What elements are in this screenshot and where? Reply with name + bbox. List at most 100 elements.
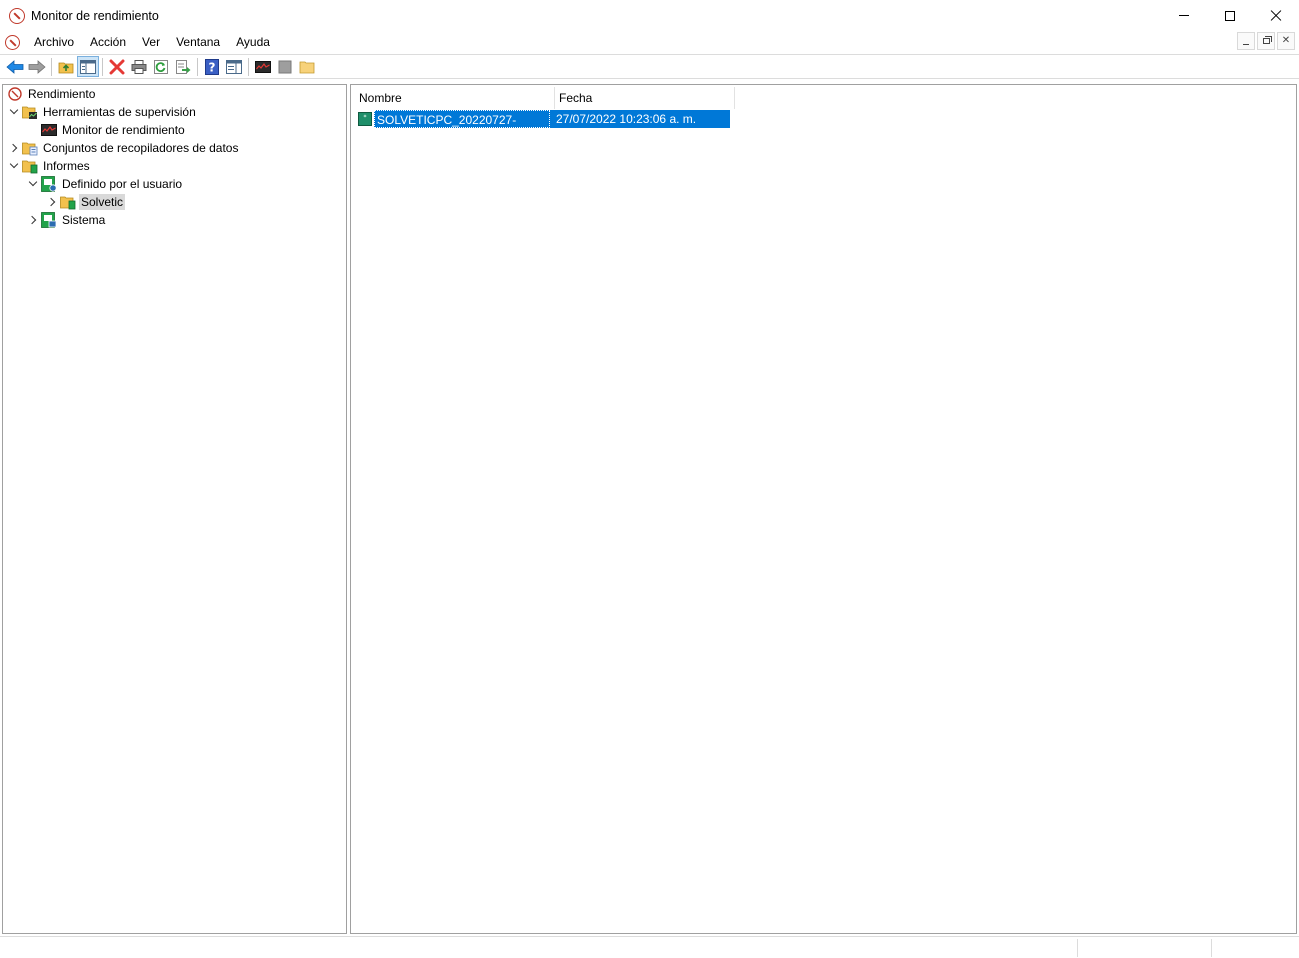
system-reports-icon (41, 212, 57, 228)
stop-button[interactable] (274, 56, 296, 77)
mdi-close-button[interactable]: ✕ (1277, 32, 1295, 50)
forward-arrow-icon (28, 59, 46, 74)
tree-node-solvetic[interactable]: Solvetic (46, 193, 126, 211)
toolbar-separator (197, 57, 198, 76)
tree-node-informes[interactable]: Informes (9, 157, 92, 175)
properties-icon (226, 59, 242, 74)
column-header-fecha[interactable]: Fecha (555, 87, 735, 109)
new-folder-icon (299, 61, 315, 73)
tree-label: Definido por el usuario (62, 177, 183, 191)
menu-ventana[interactable]: Ventana (168, 31, 228, 53)
menu-archivo[interactable]: Archivo (26, 31, 82, 53)
export-list-button[interactable] (172, 56, 194, 77)
tree-label: Herramientas de supervisión (43, 105, 196, 119)
svg-text:*: * (364, 114, 367, 121)
mdi-minimize-button[interactable] (1237, 32, 1255, 50)
performance-graph-icon (41, 122, 57, 138)
toolbar: ? (0, 54, 1299, 79)
table-row[interactable]: * SOLVETICPC_20220727-000001 27/07/2022 … (355, 110, 730, 145)
minimize-button[interactable] (1161, 0, 1207, 31)
system-menu-icon[interactable] (5, 34, 20, 50)
delete-button[interactable] (106, 56, 128, 77)
forward-button[interactable] (26, 56, 48, 77)
maximize-button[interactable] (1207, 0, 1253, 31)
mdi-controls: ✕ (1237, 32, 1295, 50)
delete-icon (109, 59, 125, 74)
help-button[interactable]: ? (201, 56, 223, 77)
status-panel (1211, 939, 1299, 957)
list-header: Nombre Fecha (355, 87, 735, 109)
chevron-down-icon[interactable] (9, 103, 19, 121)
user-defined-reports-icon (41, 176, 57, 192)
console-tree-pane[interactable]: Rendimiento Herramientas de supervisión … (2, 84, 347, 934)
print-icon (131, 59, 147, 74)
data-collector-sets-icon (22, 140, 38, 156)
report-file-icon: * (358, 112, 372, 126)
minimize-icon (1179, 15, 1189, 16)
new-folder-button[interactable] (296, 56, 318, 77)
close-button[interactable] (1253, 0, 1299, 31)
up-one-level-button[interactable] (55, 56, 77, 77)
row-date-cell: 27/07/2022 10:23:06 a. m. (550, 110, 730, 128)
chevron-down-icon[interactable] (9, 157, 19, 175)
menu-ayuda[interactable]: Ayuda (228, 31, 278, 53)
tree-label: Monitor de rendimiento (62, 123, 185, 137)
stop-icon (278, 60, 292, 73)
mdi-restore-button[interactable] (1257, 32, 1275, 50)
performance-monitor-app-icon[interactable] (9, 7, 25, 24)
tree-node-rendimiento[interactable]: Rendimiento (7, 85, 97, 103)
window-title: Monitor de rendimiento (31, 8, 159, 23)
chevron-right-icon[interactable] (46, 193, 57, 211)
tree-node-conjuntos-recopiladores[interactable]: Conjuntos de recopiladores de datos (8, 139, 240, 157)
chevron-right-icon[interactable] (27, 211, 38, 229)
solvetic-report-folder-icon (60, 194, 76, 210)
tree-node-sistema[interactable]: Sistema (27, 211, 107, 229)
svg-text:?: ? (209, 60, 216, 74)
refresh-button[interactable] (150, 56, 172, 77)
menu-bar: Archivo Acción Ver Ventana Ayuda ✕ (0, 31, 1299, 53)
menu-accion[interactable]: Acción (82, 31, 134, 53)
performance-icon (7, 86, 23, 102)
window-controls (1161, 0, 1299, 31)
print-button[interactable] (128, 56, 150, 77)
menu-ver[interactable]: Ver (134, 31, 168, 53)
export-list-icon (176, 59, 191, 74)
tree-node-monitor-rendimiento[interactable]: Monitor de rendimiento (28, 121, 187, 139)
minimize-icon (1243, 43, 1249, 45)
toolbar-separator (102, 57, 103, 76)
restore-icon (1262, 36, 1272, 44)
show-hide-console-tree-button[interactable] (77, 56, 99, 77)
performance-graph-icon (255, 60, 271, 73)
tree-node-definido-usuario[interactable]: Definido por el usuario (28, 175, 184, 193)
maximize-icon (1225, 10, 1235, 21)
tree-label: Conjuntos de recopiladores de datos (43, 141, 239, 155)
properties-button[interactable] (223, 56, 245, 77)
close-icon (1270, 10, 1282, 22)
tree-node-herramientas-supervision[interactable]: Herramientas de supervisión (9, 103, 198, 121)
title-bar: Monitor de rendimiento (0, 0, 1299, 31)
up-folder-icon (58, 62, 74, 73)
status-panel (1077, 939, 1211, 957)
close-icon: ✕ (1281, 35, 1291, 46)
tree-label: Rendimiento (28, 87, 96, 101)
back-button[interactable] (4, 56, 26, 77)
help-icon: ? (205, 58, 219, 75)
chevron-down-icon[interactable] (28, 175, 38, 193)
back-arrow-icon (6, 59, 24, 74)
tree-label: Sistema (62, 213, 106, 227)
refresh-icon (154, 59, 168, 74)
monitoring-tools-folder-icon (22, 104, 38, 120)
status-bar (0, 936, 1299, 958)
toolbar-separator (51, 57, 52, 76)
toolbar-separator (248, 57, 249, 76)
tree-label: Informes (43, 159, 90, 173)
column-header-nombre[interactable]: Nombre (355, 87, 555, 109)
reports-folder-icon (22, 158, 38, 174)
row-name-cell: SOLVETICPC_20220727-000001 (374, 110, 550, 145)
performance-graph-button[interactable] (252, 56, 274, 77)
chevron-right-icon[interactable] (8, 139, 19, 157)
results-list-pane[interactable]: Nombre Fecha * SOLVETICPC_20220727-00000… (350, 84, 1297, 934)
show-hide-tree-icon (80, 59, 96, 74)
tree-label-selected: Solvetic (79, 194, 126, 210)
